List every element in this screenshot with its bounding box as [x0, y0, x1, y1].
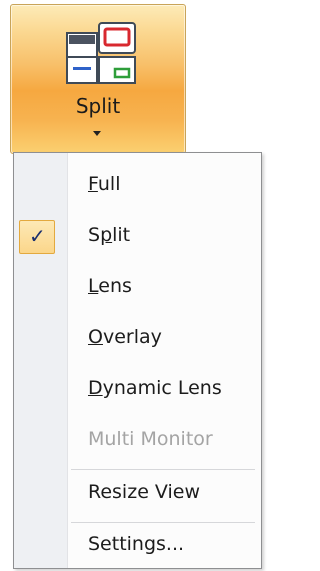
dropdown-arrow-icon[interactable] [93, 131, 101, 136]
menu-item-lens[interactable]: Lens [14, 269, 261, 309]
menu-separator [71, 522, 255, 523]
menu-item-label: Lens [88, 275, 132, 297]
menu-separator [71, 469, 255, 470]
split-view-icon [66, 22, 136, 84]
menu-item-label: Full [88, 173, 121, 195]
checkmark-icon: ✓ [29, 224, 46, 248]
menu-item-overlay[interactable]: Overlay [14, 320, 261, 360]
menu-item-label: Settings... [88, 533, 185, 555]
menu-item-label: Resize View [88, 481, 201, 503]
split-button[interactable]: Split [10, 4, 186, 154]
checked-indicator: ✓ [19, 220, 55, 254]
menu-item-settings[interactable]: Settings... [14, 527, 261, 567]
menu-item-split[interactable]: ✓ Split [14, 218, 261, 258]
menu-item-multi-monitor: Multi Monitor [14, 422, 261, 462]
view-mode-menu: Full ✓ Split Lens Overlay Dynamic Lens M… [13, 152, 262, 569]
menu-item-dynamic-lens[interactable]: Dynamic Lens [14, 371, 261, 411]
split-view-dropdown: Split Full ✓ Split Lens Overlay Dynamic … [0, 0, 265, 571]
menu-item-resize-view[interactable]: Resize View [14, 475, 261, 515]
menu-item-label: Split [88, 224, 131, 246]
menu-item-label: Overlay [88, 326, 162, 348]
menu-item-full[interactable]: Full [14, 167, 261, 207]
split-button-label: Split [75, 94, 121, 118]
menu-item-label: Dynamic Lens [88, 377, 222, 399]
menu-item-label: Multi Monitor [88, 428, 213, 450]
